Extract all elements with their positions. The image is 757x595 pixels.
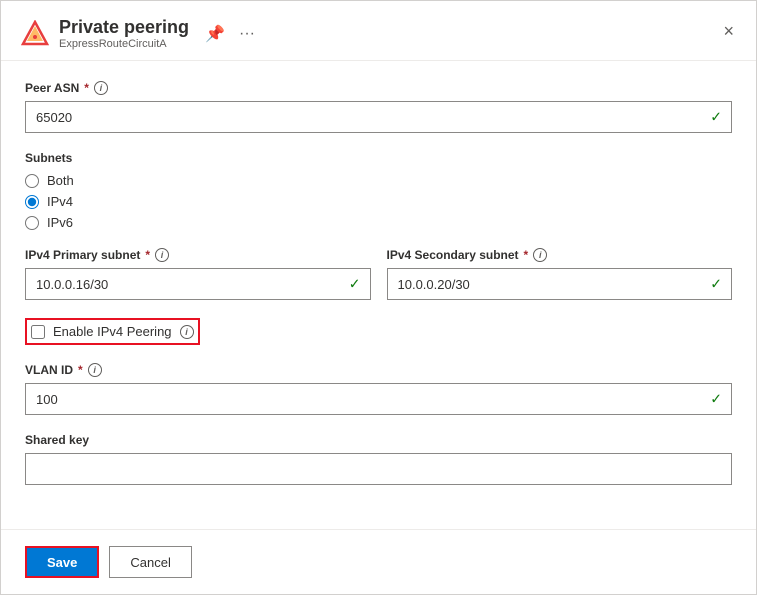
enable-peering-info-icon[interactable]: i <box>180 325 194 339</box>
save-button[interactable]: Save <box>25 546 99 578</box>
ipv4-primary-required: * <box>145 248 150 262</box>
required-star: * <box>84 81 89 95</box>
vlan-id-label: VLAN ID * i <box>25 363 732 377</box>
more-icon: ··· <box>239 25 255 42</box>
private-peering-dialog: Private peering ExpressRouteCircuitA 📌 ·… <box>0 0 757 595</box>
ipv4-secondary-group: IPv4 Secondary subnet * i ✓ <box>387 248 733 300</box>
more-button[interactable]: ··· <box>235 23 259 45</box>
enable-peering-group: Enable IPv4 Peering i <box>25 318 732 345</box>
shared-key-group: Shared key <box>25 433 732 485</box>
subnet-ipv6-option[interactable]: IPv6 <box>25 215 732 230</box>
dialog-subtitle: ExpressRouteCircuitA <box>59 38 189 50</box>
ipv4-primary-check-icon: ✓ <box>349 276 361 293</box>
peer-asn-label: Peer ASN * i <box>25 81 732 95</box>
enable-peering-label[interactable]: Enable IPv4 Peering i <box>25 318 200 345</box>
ipv4-secondary-label: IPv4 Secondary subnet * i <box>387 248 733 262</box>
cancel-button[interactable]: Cancel <box>109 546 191 578</box>
header-actions: 📌 ··· <box>201 22 259 46</box>
express-route-icon <box>21 20 49 48</box>
subnets-group: Subnets Both IPv4 IPv6 <box>25 151 732 230</box>
peer-asn-input-wrapper: ✓ <box>25 101 732 133</box>
vlan-id-required: * <box>78 363 83 377</box>
subnets-label: Subnets <box>25 151 732 165</box>
shared-key-input[interactable] <box>25 453 732 485</box>
subnet-ipv4-label: IPv4 <box>47 194 73 209</box>
peer-asn-check-icon: ✓ <box>710 109 722 126</box>
subnet-options: Both IPv4 IPv6 <box>25 173 732 230</box>
ipv4-secondary-info-icon[interactable]: i <box>533 248 547 262</box>
vlan-id-input[interactable] <box>25 383 732 415</box>
peer-asn-group: Peer ASN * i ✓ <box>25 81 732 133</box>
close-button[interactable]: × <box>717 17 740 46</box>
dialog-title: Private peering <box>59 17 189 38</box>
ipv4-primary-group: IPv4 Primary subnet * i ✓ <box>25 248 371 300</box>
subnet-ipv4-radio[interactable] <box>25 195 39 209</box>
subnet-both-radio[interactable] <box>25 174 39 188</box>
ipv4-primary-input[interactable] <box>25 268 371 300</box>
subnet-ipv6-label: IPv6 <box>47 215 73 230</box>
enable-peering-checkbox[interactable] <box>31 325 45 339</box>
ipv4-subnet-row: IPv4 Primary subnet * i ✓ IPv4 Secondary… <box>25 248 732 300</box>
shared-key-label: Shared key <box>25 433 732 447</box>
title-group: Private peering ExpressRouteCircuitA <box>59 17 189 50</box>
peer-asn-input[interactable] <box>25 101 732 133</box>
ipv4-secondary-input-wrapper: ✓ <box>387 268 733 300</box>
dialog-body: Peer ASN * i ✓ Subnets Both IPv4 <box>1 61 756 529</box>
vlan-id-check-icon: ✓ <box>710 391 722 408</box>
dialog-header: Private peering ExpressRouteCircuitA 📌 ·… <box>1 1 756 61</box>
peer-asn-info-icon[interactable]: i <box>94 81 108 95</box>
ipv4-primary-input-wrapper: ✓ <box>25 268 371 300</box>
subnet-ipv6-radio[interactable] <box>25 216 39 230</box>
ipv4-secondary-input[interactable] <box>387 268 733 300</box>
subnet-both-label: Both <box>47 173 74 188</box>
subnet-both-option[interactable]: Both <box>25 173 732 188</box>
ipv4-primary-info-icon[interactable]: i <box>155 248 169 262</box>
close-icon: × <box>723 21 734 41</box>
ipv4-primary-label: IPv4 Primary subnet * i <box>25 248 371 262</box>
enable-peering-text: Enable IPv4 Peering <box>53 324 172 339</box>
vlan-id-input-wrapper: ✓ <box>25 383 732 415</box>
vlan-id-info-icon[interactable]: i <box>88 363 102 377</box>
ipv4-secondary-check-icon: ✓ <box>710 276 722 293</box>
vlan-id-group: VLAN ID * i ✓ <box>25 363 732 415</box>
pin-icon: 📌 <box>205 26 225 43</box>
dialog-footer: Save Cancel <box>1 529 756 594</box>
pin-button[interactable]: 📌 <box>201 22 229 46</box>
ipv4-secondary-required: * <box>524 248 529 262</box>
subnet-ipv4-option[interactable]: IPv4 <box>25 194 732 209</box>
